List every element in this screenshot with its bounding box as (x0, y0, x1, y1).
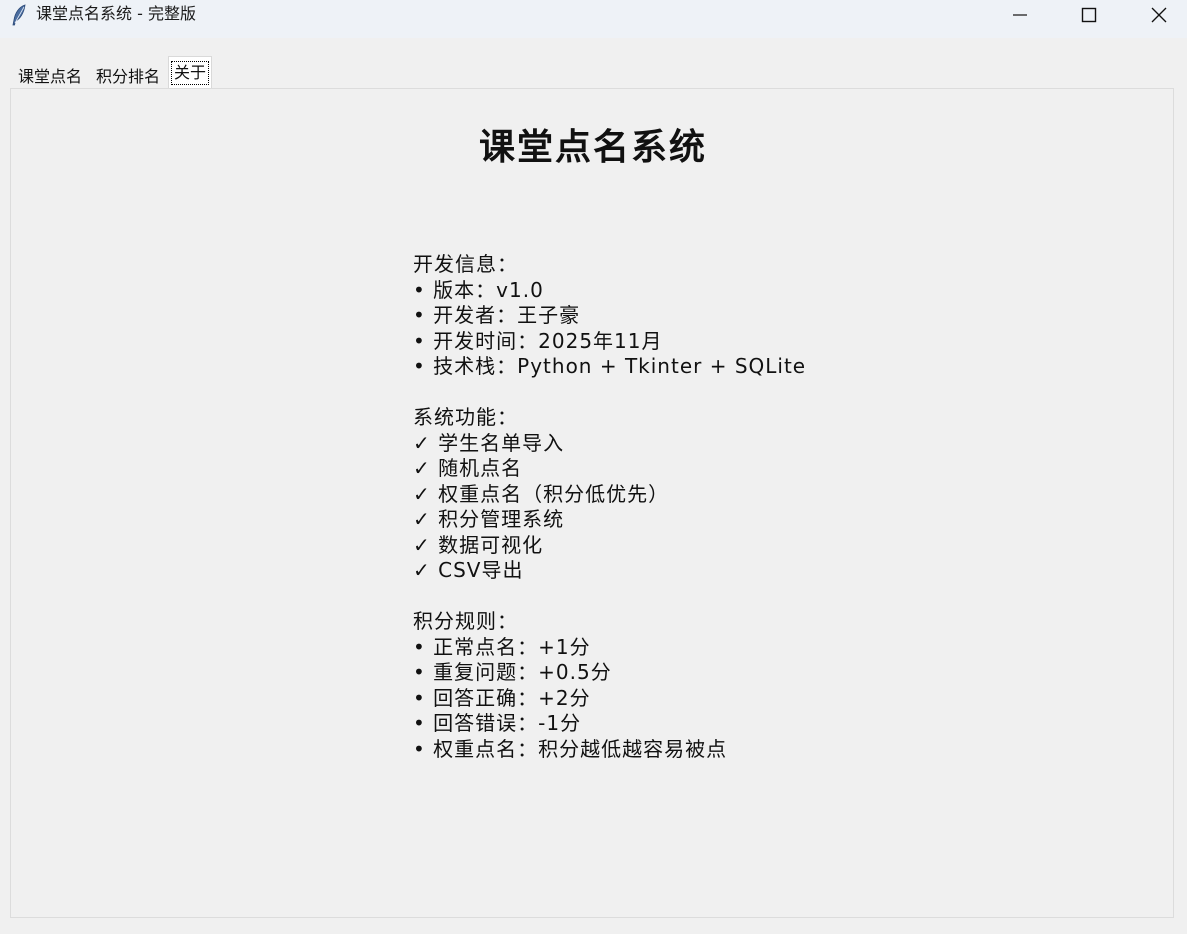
dev-info-line: • 版本：v1.0 (413, 277, 544, 302)
feature-item: ✓ 数据可视化 (413, 532, 544, 557)
feature-item: ✓ 随机点名 (413, 456, 523, 480)
minimize-icon (1013, 14, 1027, 16)
tab-score-ranking[interactable]: 积分排名 (90, 59, 167, 89)
feature-item: ✓ 学生名单导入 (413, 430, 565, 455)
tab-label: 关于 (171, 61, 210, 85)
app-window: 课堂点名系统 - 完整版 课堂点名 积分排名 关于 课堂点名系统 开发信息： •… (0, 0, 1187, 934)
rule-item: • 权重点名：积分越低越容易被点 (413, 736, 728, 761)
title-bar[interactable]: 课堂点名系统 - 完整版 (0, 0, 1187, 38)
close-icon (1151, 7, 1167, 23)
tab-label: 课堂点名 (18, 66, 83, 86)
dev-info-heading: 开发信息： (413, 252, 518, 276)
tab-label: 积分排名 (96, 66, 161, 86)
feature-item: ✓ 权重点名（积分低优先） (413, 481, 670, 506)
about-panel: 课堂点名系统 开发信息： • 版本：v1.0 • 开发者：王子豪 • 开发时间：… (10, 88, 1174, 918)
dev-info-line: • 技术栈：Python + Tkinter + SQLite (413, 354, 807, 378)
maximize-icon (1081, 7, 1097, 23)
feature-item: ✓ CSV导出 (413, 558, 524, 582)
page-title: 课堂点名系统 (478, 126, 707, 168)
minimize-button[interactable] (985, 0, 1055, 30)
features-heading: 系统功能： (413, 405, 518, 429)
rules-heading: 积分规则： (413, 609, 518, 633)
about-info: 开发信息： • 版本：v1.0 • 开发者：王子豪 • 开发时间：2025年11… (413, 252, 806, 762)
rule-item: • 重复问题：+0.5分 (413, 660, 612, 684)
feature-item: ✓ 积分管理系统 (413, 507, 565, 531)
notebook-tabs: 课堂点名 积分排名 关于 (12, 56, 214, 89)
close-button[interactable] (1124, 0, 1187, 30)
rule-item: • 回答错误：-1分 (413, 711, 582, 735)
rule-item: • 正常点名：+1分 (413, 634, 591, 659)
maximize-button[interactable] (1054, 0, 1124, 30)
feather-icon (10, 4, 28, 26)
tab-about[interactable]: 关于 (168, 56, 213, 89)
tab-roll-call[interactable]: 课堂点名 (12, 59, 89, 89)
rule-item: • 回答正确：+2分 (413, 685, 591, 710)
dev-info-line: • 开发者：王子豪 (413, 303, 581, 327)
window-title: 课堂点名系统 - 完整版 (36, 4, 196, 23)
dev-info-line: • 开发时间：2025年11月 (413, 328, 663, 353)
